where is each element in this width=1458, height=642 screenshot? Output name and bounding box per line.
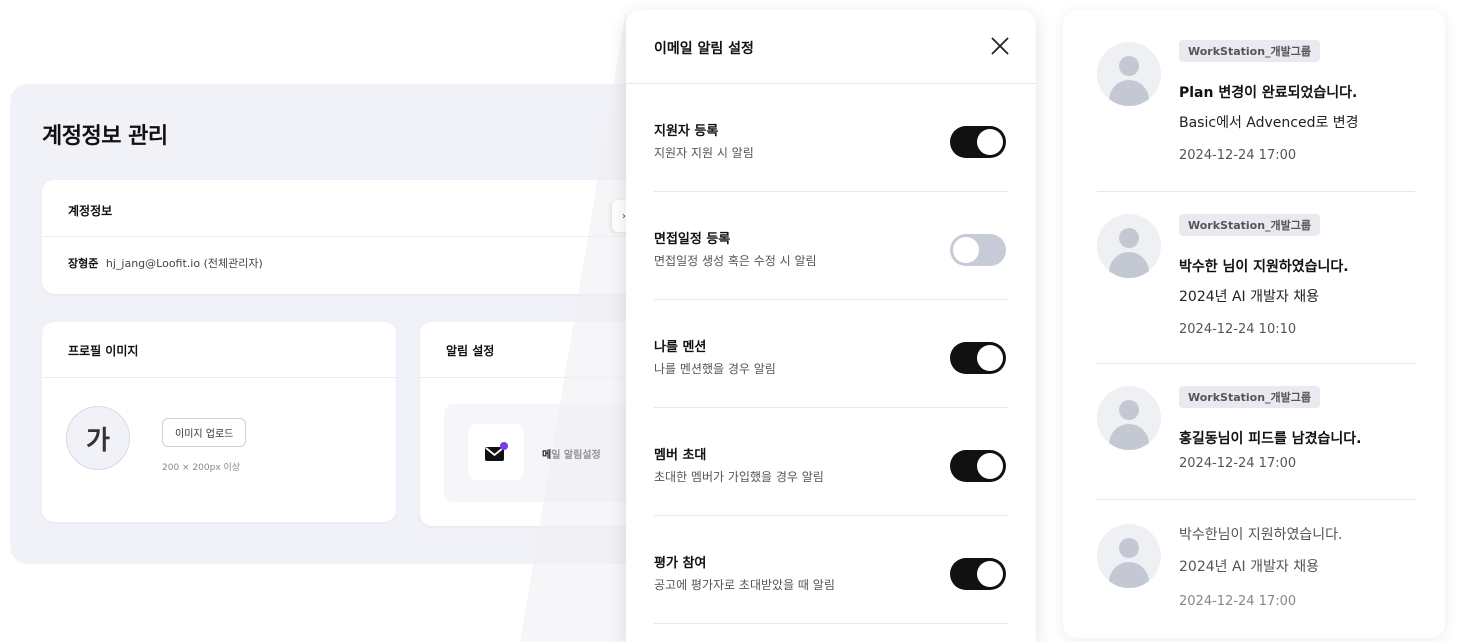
toggle-knob (953, 237, 979, 263)
notification-subtitle: 2024년 AI 개발자 채용 (1179, 559, 1319, 575)
setting-title: 평가 참여 (654, 556, 707, 571)
avatar (1097, 524, 1161, 588)
mail-alarm-label: 메일 알림설정 (542, 450, 601, 461)
setting-row-applicant-registration: 지원자 등록 지원자 지원 시 알림 (654, 84, 1008, 192)
account-email-role: hj_jang@Loofit.io (전체관리자) (105, 257, 263, 270)
avatar (1097, 386, 1161, 450)
setting-title: 나를 멘션 (654, 340, 707, 355)
image-upload-button[interactable]: 이미지 업로드 (162, 418, 247, 447)
notification-time: 2024-12-24 17:00 (1179, 594, 1297, 609)
modal-title: 이메일 알림 설정 (654, 41, 754, 57)
setting-row-member-invite: 멤버 초대 초대한 멤버가 가입했을 경우 알림 (654, 408, 1008, 516)
toggle-knob (977, 345, 1003, 371)
email-notification-modal: 이메일 알림 설정 지원자 등록 지원자 지원 시 알림 면접일정 등록 면접일… (626, 10, 1036, 642)
notification-time: 2024-12-24 17:00 (1179, 456, 1297, 471)
profile-image-card: 프로필 이미지 가 이미지 업로드 200 × 200px 이상 (42, 322, 396, 522)
avatar (1097, 42, 1161, 106)
notification-time: 2024-12-24 17:00 (1179, 148, 1297, 163)
notification-text: 박수한님이 지원하였습니다. (1179, 527, 1343, 543)
toggle-knob (977, 129, 1003, 155)
setting-row-evaluation: 평가 참여 공고에 평가자로 초대받았을 때 알림 (654, 516, 1008, 624)
notification-title: 홍길동님이 피드를 남겼습니다. (1179, 431, 1362, 447)
toggle-knob (977, 453, 1003, 479)
setting-description: 면접일정 생성 혹은 수정 시 알림 (654, 254, 817, 268)
list-item[interactable]: WorkStation_개발그룹 Plan 변경이 완료되었습니다. Basic… (1097, 38, 1415, 192)
avatar: 가 (66, 406, 130, 470)
setting-title: 지원자 등록 (654, 124, 719, 139)
account-info-heading: 계정정보 (42, 180, 662, 237)
toggle-switch[interactable] (950, 234, 1006, 266)
toggle-switch[interactable] (950, 558, 1006, 590)
list-item[interactable]: 박수한님이 지원하였습니다. 2024년 AI 개발자 채용 2024-12-2… (1097, 520, 1415, 624)
setting-row-interview-schedule: 면접일정 등록 면접일정 생성 혹은 수정 시 알림 (654, 192, 1008, 300)
notification-time: 2024-12-24 10:10 (1179, 322, 1297, 337)
profile-image-heading: 프로필 이미지 (42, 322, 396, 378)
setting-description: 지원자 지원 시 알림 (654, 146, 754, 160)
group-tag: WorkStation_개발그룹 (1179, 214, 1321, 236)
close-icon[interactable] (988, 34, 1012, 58)
setting-description: 나를 멘션했을 경우 알림 (654, 362, 776, 376)
toggle-switch[interactable] (950, 450, 1006, 482)
page-title: 계정정보 관리 (42, 124, 168, 149)
modal-header: 이메일 알림 설정 (626, 10, 1036, 84)
setting-description: 초대한 멤버가 가입했을 경우 알림 (654, 470, 824, 484)
notification-title: 박수한 님이 지원하였습니다. (1179, 259, 1349, 275)
list-item[interactable]: WorkStation_개발그룹 박수한 님이 지원하였습니다. 2024년 A… (1097, 210, 1415, 364)
notification-feed: WorkStation_개발그룹 Plan 변경이 완료되었습니다. Basic… (1063, 10, 1445, 638)
account-name: 장형준 (68, 257, 99, 270)
list-item[interactable]: WorkStation_개발그룹 홍길동님이 피드를 남겼습니다. 2024-1… (1097, 384, 1415, 500)
toggle-knob (977, 561, 1003, 587)
toggle-switch[interactable] (950, 342, 1006, 374)
setting-title: 면접일정 등록 (654, 232, 731, 247)
notification-subtitle: 2024년 AI 개발자 채용 (1179, 289, 1319, 305)
notification-subtitle: Basic에서 Advenced로 변경 (1179, 115, 1359, 131)
group-tag: WorkStation_개발그룹 (1179, 40, 1321, 62)
avatar (1097, 214, 1161, 278)
account-info-row: 장형준 hj_jang@Loofit.io (전체관리자) (42, 237, 662, 289)
setting-title: 멤버 초대 (654, 448, 707, 463)
group-tag: WorkStation_개발그룹 (1179, 386, 1321, 408)
account-info-card: 계정정보 장형준 hj_jang@Loofit.io (전체관리자) (42, 180, 662, 294)
setting-description: 공고에 평가자로 초대받았을 때 알림 (654, 578, 835, 592)
mail-icon (468, 424, 524, 480)
setting-row-mention: 나를 멘션 나를 멘션했을 경우 알림 (654, 300, 1008, 408)
toggle-switch[interactable] (950, 126, 1006, 158)
notification-title: Plan 변경이 완료되었습니다. (1179, 85, 1358, 101)
image-size-hint: 200 × 200px 이상 (162, 463, 241, 473)
